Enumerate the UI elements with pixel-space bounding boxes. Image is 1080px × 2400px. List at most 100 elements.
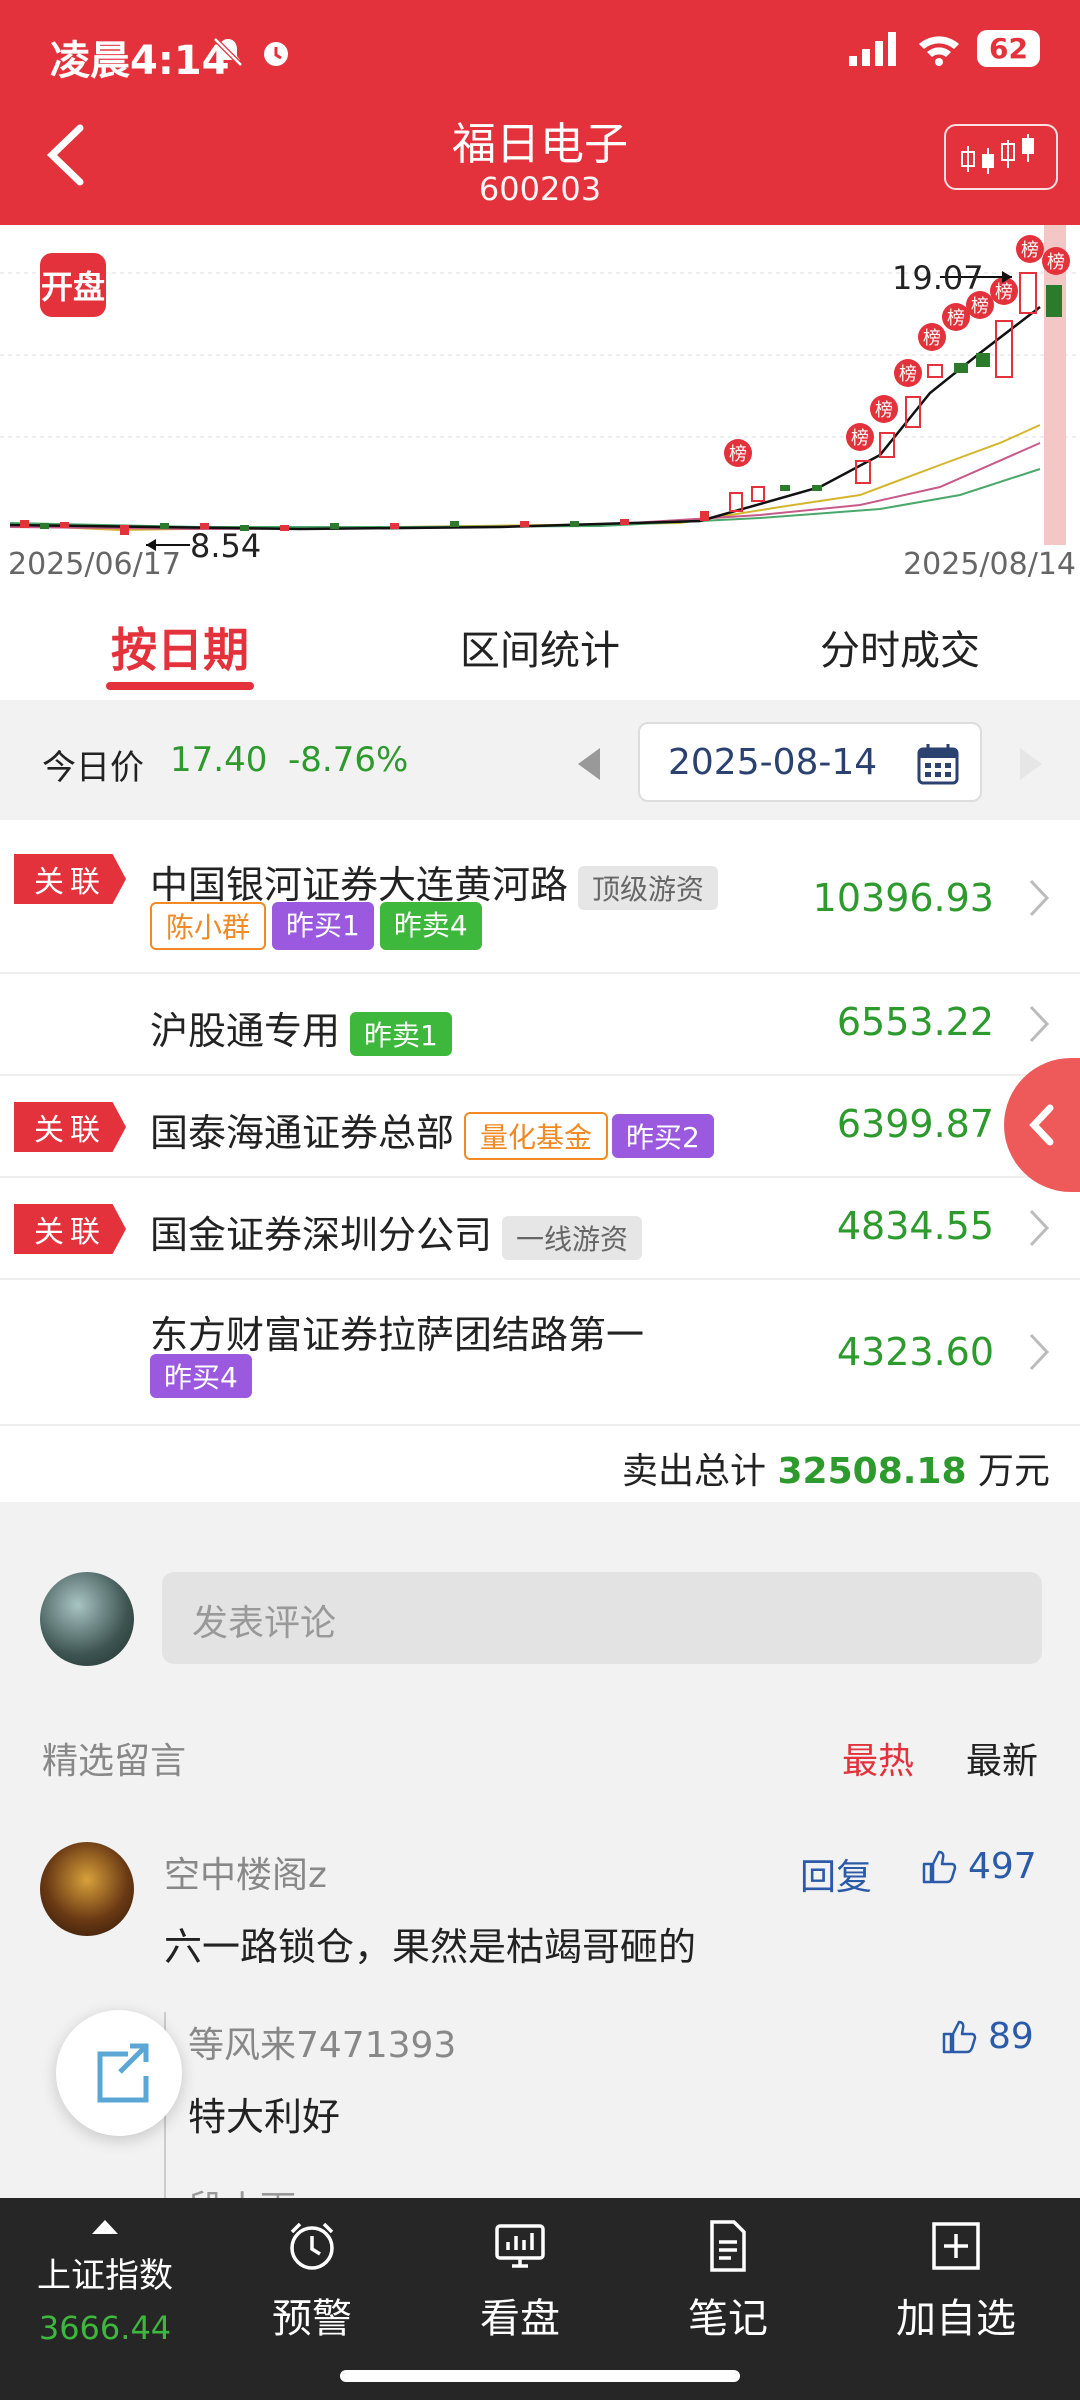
rank-marker: 榜 <box>947 308 965 329</box>
like-button[interactable]: 89 <box>940 2016 1034 2057</box>
list-item[interactable]: 东方财富证券拉萨团结路第一 昨买4 4323.60 <box>0 1280 1080 1426</box>
nav-alert[interactable]: 预警 <box>242 2218 382 2344</box>
tab-range-stats[interactable]: 区间统计 <box>360 590 720 700</box>
sort-hot-button[interactable]: 最热 <box>842 1732 914 1784</box>
broker-name-text: 国金证券深圳分公司 <box>150 1213 493 1257</box>
signal-icon <box>849 31 897 66</box>
chevron-right-icon <box>1029 1005 1050 1043</box>
sell-amount: 10396.93 <box>812 876 994 920</box>
broker-name: 东方财富证券拉萨团结路第一 <box>150 1313 645 1357</box>
sell-total-label: 卖出总计 <box>622 1451 767 1492</box>
status-time: 凌晨4:14 <box>50 38 230 84</box>
reply-button[interactable]: 回复 <box>800 1848 872 1900</box>
prev-sell-badge: 昨卖1 <box>350 1011 452 1056</box>
home-indicator[interactable] <box>340 2370 740 2382</box>
list-item[interactable]: 关联 国金证券深圳分公司 一线游资 4834.55 <box>0 1178 1080 1280</box>
list-item[interactable]: 关联 国泰海通证券总部 量化基金 昨买2 6399.87 <box>0 1076 1080 1178</box>
broker-sub-badges: 陈小群 昨买1 昨卖4 <box>150 902 482 950</box>
date-picker[interactable]: 2025-08-14 <box>638 722 982 802</box>
chevron-right-icon <box>1029 879 1050 917</box>
open-badge: 开盘 <box>40 253 106 317</box>
like-count: 497 <box>968 1846 1037 1887</box>
price-bar: 今日价 17.40 -8.76% 2025-08-14 <box>0 700 1080 820</box>
chart-start-date: 2025/06/17 <box>8 547 181 582</box>
sell-total-line: 卖出总计 32508.18 万元 <box>622 1442 1050 1494</box>
sell-amount: 4834.55 <box>836 1204 994 1248</box>
tab-by-date[interactable]: 按日期 <box>0 590 360 700</box>
date-picker-value: 2025-08-14 <box>668 742 878 783</box>
like-count: 89 <box>988 2016 1034 2057</box>
list-item[interactable]: 关联 中国银河证券大连黄河路 顶级游资 陈小群 昨买1 昨卖4 10396.93 <box>0 820 1080 974</box>
nav-label: 预警 <box>272 2296 352 2342</box>
sell-total-unit: 万元 <box>977 1451 1050 1492</box>
list-item[interactable]: 沪股通专用 昨卖1 6553.22 <box>0 974 1080 1076</box>
today-change: -8.76% <box>288 740 409 780</box>
prev-buy-badge: 昨买2 <box>612 1113 714 1158</box>
chevron-right-icon <box>1029 1209 1050 1247</box>
chevron-left-icon <box>1029 1104 1054 1146</box>
featured-comments-title: 精选留言 <box>42 1741 187 1782</box>
sort-new-button[interactable]: 最新 <box>966 1732 1038 1784</box>
note-icon <box>710 2220 746 2272</box>
sell-total: 卖出总计 32508.18 万元 <box>0 1426 1080 1504</box>
sell-amount: 6553.22 <box>836 1000 994 1044</box>
avatar[interactable] <box>40 1572 134 1666</box>
rank-marker: 榜 <box>1047 252 1065 273</box>
calendar-icon <box>917 744 959 785</box>
avatar[interactable] <box>40 1842 134 1936</box>
comment-text: 六一路锁仓，果然是枯竭哥砸的 <box>164 1925 697 1969</box>
alarm-clock-icon <box>290 2222 334 2270</box>
nav-add-watchlist[interactable]: 加自选 <box>886 2218 1026 2344</box>
stock-code: 600203 <box>478 170 602 208</box>
nav-label: 加自选 <box>896 2296 1016 2342</box>
rank-marker: 榜 <box>851 428 869 449</box>
prev-date-icon[interactable] <box>572 744 604 784</box>
nav-watch[interactable]: 看盘 <box>450 2218 590 2344</box>
related-tag[interactable]: 关联 <box>14 1102 126 1152</box>
share-icon <box>97 2043 149 2103</box>
battery-level: 62 <box>977 30 1040 67</box>
comment-input[interactable]: 发表评论 <box>162 1572 1042 1664</box>
next-date-icon[interactable] <box>1016 744 1048 784</box>
broker-name: 沪股通专用 昨卖1 <box>150 1000 452 1056</box>
share-button[interactable] <box>56 2010 182 2136</box>
status-icons <box>210 34 294 70</box>
comment-username[interactable]: 空中楼阁z <box>164 1846 327 1898</box>
alarm-icon <box>264 42 288 66</box>
index-value: 3666.44 <box>38 2309 172 2347</box>
broker-name-text: 国泰海通证券总部 <box>150 1111 455 1155</box>
candlestick-icon <box>961 134 1034 174</box>
prev-buy-badge: 昨买4 <box>150 1354 252 1398</box>
prev-buy-badge: 昨买1 <box>272 902 374 950</box>
comment-placeholder: 发表评论 <box>192 1603 337 1644</box>
rank-marker: 榜 <box>729 444 747 465</box>
rank-marker: 榜 <box>875 400 893 421</box>
price-chart[interactable]: 榜榜榜榜榜榜榜榜榜榜 开盘 19.07 8.54 2025/06/17 2025… <box>0 225 1080 590</box>
broker-type-badge: 一线游资 <box>502 1215 643 1260</box>
broker-type-badge: 顶级游资 <box>578 865 719 910</box>
rank-marker: 榜 <box>1021 240 1039 261</box>
bottom-nav: 上证指数 3666.44 预警 看盘 笔记 加自选 <box>0 2198 1080 2400</box>
nav-notes[interactable]: 笔记 <box>658 2218 798 2344</box>
seller-list: 关联 中国银河证券大连黄河路 顶级游资 陈小群 昨买1 昨卖4 10396.93 … <box>0 820 1080 1504</box>
tab-bar: 按日期 区间统计 分时成交 <box>0 590 1080 700</box>
reply-username[interactable]: 等风来7471393 <box>188 2016 456 2068</box>
status-right: 62 <box>849 30 1040 67</box>
like-button[interactable]: 497 <box>920 1846 1037 1887</box>
kline-switch-button[interactable] <box>944 124 1058 190</box>
market-index[interactable]: 上证指数 3666.44 <box>0 2218 210 2347</box>
chevron-right-icon <box>1029 1333 1050 1371</box>
broker-name-text: 沪股通专用 <box>150 1009 341 1053</box>
broker-name: 国泰海通证券总部 量化基金 昨买2 <box>150 1102 714 1160</box>
app-header: 凌晨4:14 62 福日电子 600203 <box>0 0 1080 225</box>
related-tag[interactable]: 关联 <box>14 854 126 904</box>
related-tag[interactable]: 关联 <box>14 1204 126 1254</box>
sell-amount: 4323.60 <box>836 1330 994 1374</box>
nav-label: 笔记 <box>688 2296 768 2342</box>
reply-username[interactable]: 段小雨 <box>188 2180 296 2198</box>
rank-marker: 榜 <box>923 328 941 349</box>
add-square-icon <box>932 2222 980 2270</box>
stock-name: 福日电子 <box>452 119 628 170</box>
side-panel-toggle[interactable] <box>1004 1058 1080 1192</box>
tab-intraday-trades[interactable]: 分时成交 <box>720 590 1080 700</box>
